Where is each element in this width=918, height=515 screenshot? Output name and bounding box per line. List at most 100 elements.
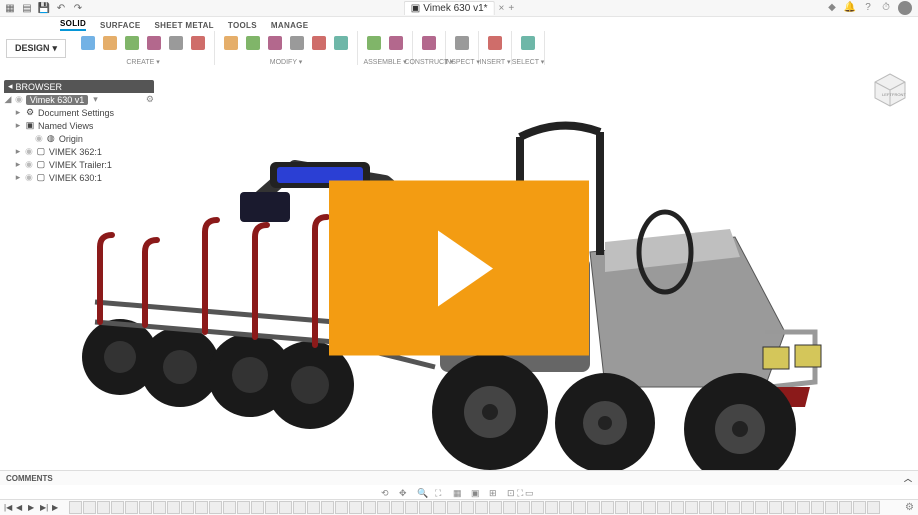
timeline-feature[interactable] (433, 501, 446, 514)
timeline-feature[interactable] (391, 501, 404, 514)
timeline-feature[interactable] (405, 501, 418, 514)
close-tab-icon[interactable]: × (499, 3, 505, 14)
timeline-feature[interactable] (643, 501, 656, 514)
timeline-feature[interactable] (321, 501, 334, 514)
timeline-feature[interactable] (349, 501, 362, 514)
timeline-feature[interactable] (265, 501, 278, 514)
timeline-feature[interactable] (727, 501, 740, 514)
timeline-feature[interactable] (139, 501, 152, 514)
tool-button[interactable] (419, 32, 439, 54)
save-icon[interactable]: 💾 (37, 1, 51, 15)
undo-icon[interactable]: ↶ (54, 1, 68, 15)
browser-item[interactable]: ▸◉▢VIMEK 362:1 (4, 145, 154, 158)
timeline-feature[interactable] (181, 501, 194, 514)
comments-bar[interactable]: COMMENTS ︿ (0, 470, 918, 485)
avatar[interactable] (898, 1, 912, 15)
browser-header[interactable]: ◂ BROWSER (4, 80, 154, 93)
ribbon-tab-solid[interactable]: SOLID (60, 19, 86, 31)
timeline-feature[interactable] (125, 501, 138, 514)
timeline-feature[interactable] (293, 501, 306, 514)
tool-button[interactable] (485, 32, 505, 54)
browser-item[interactable]: ▸▣Named Views (4, 119, 154, 132)
gear-icon[interactable]: ⚙ (146, 94, 154, 105)
tool-button[interactable] (309, 32, 329, 54)
timeline-feature[interactable] (195, 501, 208, 514)
timeline-feature[interactable] (601, 501, 614, 514)
timeline-feature[interactable] (377, 501, 390, 514)
visibility-icon[interactable]: ◉ (25, 159, 33, 170)
timeline-feature[interactable] (545, 501, 558, 514)
timeline-feature[interactable] (83, 501, 96, 514)
tool-button[interactable] (144, 32, 164, 54)
timeline-control[interactable]: ◀ (16, 503, 26, 513)
ribbon-tab-tools[interactable]: TOOLS (228, 21, 257, 31)
timeline-feature[interactable] (811, 501, 824, 514)
timeline-feature[interactable] (713, 501, 726, 514)
timeline-settings-icon[interactable]: ⚙ (905, 502, 914, 513)
timeline-feature[interactable] (699, 501, 712, 514)
browser-item[interactable]: ▸◉▢VIMEK Trailer:1 (4, 158, 154, 171)
timeline-feature[interactable] (531, 501, 544, 514)
document-tab[interactable]: ▣ Vimek 630 v1* (404, 1, 495, 15)
timeline-feature[interactable] (573, 501, 586, 514)
timeline-feature[interactable] (251, 501, 264, 514)
add-tab-icon[interactable]: + (508, 3, 514, 14)
visibility-icon[interactable]: ◉ (25, 172, 33, 183)
browser-item[interactable]: ▸⚙Document Settings (4, 106, 154, 119)
tool-button[interactable] (386, 32, 406, 54)
timeline-feature[interactable] (237, 501, 250, 514)
tool-button[interactable] (331, 32, 351, 54)
timeline-control[interactable]: ▶ (52, 503, 62, 513)
timeline-feature[interactable] (783, 501, 796, 514)
timeline-feature[interactable] (517, 501, 530, 514)
tool-button[interactable] (100, 32, 120, 54)
tool-button[interactable] (265, 32, 285, 54)
timeline-feature[interactable] (419, 501, 432, 514)
timeline-feature[interactable] (825, 501, 838, 514)
timeline-control[interactable]: |◀ (4, 503, 14, 513)
tool-button[interactable] (364, 32, 384, 54)
tool-button[interactable] (221, 32, 241, 54)
timeline-control[interactable]: ▶| (40, 503, 50, 513)
timeline-feature[interactable] (587, 501, 600, 514)
timeline-feature[interactable] (797, 501, 810, 514)
tool-button[interactable] (78, 32, 98, 54)
timeline-feature[interactable] (307, 501, 320, 514)
tool-button[interactable] (452, 32, 472, 54)
browser-root[interactable]: ◢ ◉ Vimek 630 v1 ▾ ⚙ (4, 93, 154, 106)
clock-icon[interactable]: ⏱ (880, 1, 892, 13)
timeline-feature[interactable] (489, 501, 502, 514)
timeline-feature[interactable] (685, 501, 698, 514)
tool-button[interactable] (166, 32, 186, 54)
timeline-feature[interactable] (167, 501, 180, 514)
ribbon-tab-manage[interactable]: MANAGE (271, 21, 308, 31)
timeline-feature[interactable] (867, 501, 880, 514)
timeline-feature[interactable] (657, 501, 670, 514)
timeline-feature[interactable] (461, 501, 474, 514)
timeline-feature[interactable] (223, 501, 236, 514)
timeline-feature[interactable] (475, 501, 488, 514)
timeline-feature[interactable] (153, 501, 166, 514)
help-icon[interactable]: ? (862, 1, 874, 13)
file-icon[interactable]: ▤ (20, 1, 34, 15)
timeline-feature[interactable] (615, 501, 628, 514)
tool-button[interactable] (243, 32, 263, 54)
timeline-feature[interactable] (111, 501, 124, 514)
timeline-feature[interactable] (755, 501, 768, 514)
app-icon[interactable]: ▦ (3, 1, 17, 15)
timeline-feature[interactable] (503, 501, 516, 514)
tool-button[interactable] (122, 32, 142, 54)
timeline-feature[interactable] (839, 501, 852, 514)
timeline-feature[interactable] (447, 501, 460, 514)
timeline-feature[interactable] (69, 501, 82, 514)
timeline-feature[interactable] (629, 501, 642, 514)
timeline-feature[interactable] (853, 501, 866, 514)
timeline-feature[interactable] (335, 501, 348, 514)
timeline-control[interactable]: ▶ (28, 503, 38, 513)
viewcube[interactable]: LEFT FRONT (872, 71, 908, 107)
browser-item[interactable]: ◉◍Origin (4, 132, 154, 145)
timeline-feature[interactable] (559, 501, 572, 514)
timeline-feature[interactable] (209, 501, 222, 514)
tool-button[interactable] (188, 32, 208, 54)
tool-button[interactable] (518, 32, 538, 54)
